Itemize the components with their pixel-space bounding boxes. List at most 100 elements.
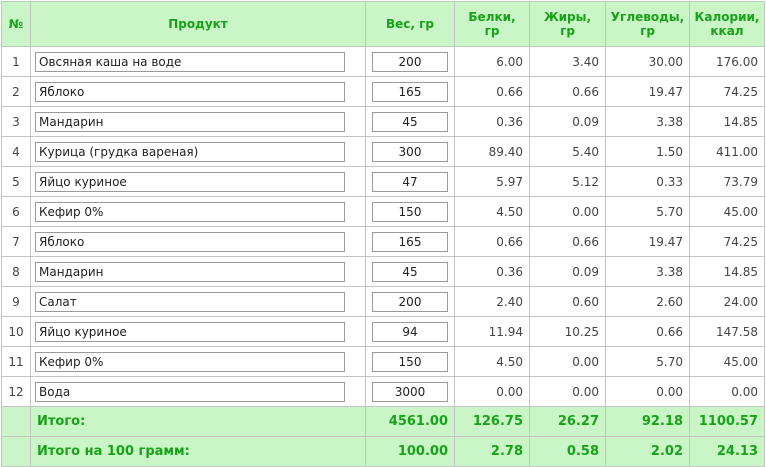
- row-number: 5: [1, 166, 31, 197]
- product-cell: [30, 376, 366, 407]
- row-number: 3: [1, 106, 31, 137]
- product-input[interactable]: [35, 201, 345, 222]
- carbs-value: 3.38: [605, 256, 690, 287]
- col-header-weight: Вес, гр: [365, 1, 455, 47]
- product-input[interactable]: [35, 81, 345, 102]
- fat-value: 0.09: [529, 256, 606, 287]
- carbs-value: 0.00: [605, 376, 690, 407]
- table-row: 1 6.003.4030.00176.00: [1, 46, 765, 77]
- weight-input[interactable]: [372, 111, 448, 132]
- carbs-value: 2.60: [605, 286, 690, 317]
- calories-value: 74.25: [689, 226, 765, 257]
- product-cell: [30, 286, 366, 317]
- protein-value: 0.66: [454, 226, 530, 257]
- totals-protein: 126.75: [454, 406, 530, 437]
- product-input[interactable]: [35, 141, 345, 162]
- calories-value: 0.00: [689, 376, 765, 407]
- table-row: 9 2.400.602.6024.00: [1, 286, 765, 317]
- carbs-value: 5.70: [605, 346, 690, 377]
- weight-input[interactable]: [372, 141, 448, 162]
- weight-input[interactable]: [372, 351, 448, 372]
- per100-fat: 0.58: [529, 436, 606, 467]
- calories-value: 24.00: [689, 286, 765, 317]
- col-header-calories: Калории, ккал: [689, 1, 765, 47]
- col-header-fat-line1: Жиры,: [543, 10, 592, 24]
- carbs-value: 19.47: [605, 226, 690, 257]
- weight-cell: [365, 346, 455, 377]
- table-row: 3 0.360.093.3814.85: [1, 106, 765, 137]
- col-header-calories-line1: Калории,: [694, 10, 760, 24]
- protein-value: 89.40: [454, 136, 530, 167]
- weight-input[interactable]: [372, 321, 448, 342]
- protein-value: 0.66: [454, 76, 530, 107]
- col-header-protein-line2: гр: [484, 24, 500, 38]
- carbs-value: 1.50: [605, 136, 690, 167]
- table-row: 10 11.9410.250.66147.58: [1, 316, 765, 347]
- product-input[interactable]: [35, 111, 345, 132]
- protein-value: 4.50: [454, 196, 530, 227]
- protein-value: 4.50: [454, 346, 530, 377]
- calories-value: 45.00: [689, 346, 765, 377]
- protein-value: 5.97: [454, 166, 530, 197]
- protein-value: 0.00: [454, 376, 530, 407]
- weight-cell: [365, 196, 455, 227]
- row-number: 1: [1, 46, 31, 77]
- weight-input[interactable]: [372, 81, 448, 102]
- table-row: 6 4.500.005.7045.00: [1, 196, 765, 227]
- calories-value: 147.58: [689, 316, 765, 347]
- totals-calories: 1100.57: [689, 406, 765, 437]
- nutrition-calculator: № Продукт Вес, гр Белки, гр Жиры, гр Угл…: [0, 0, 766, 467]
- row-number: 9: [1, 286, 31, 317]
- weight-cell: [365, 46, 455, 77]
- weight-cell: [365, 76, 455, 107]
- product-input[interactable]: [35, 321, 345, 342]
- table-row: 11 4.500.005.7045.00: [1, 346, 765, 377]
- weight-input[interactable]: [372, 231, 448, 252]
- protein-value: 0.36: [454, 106, 530, 137]
- totals-carbs: 92.18: [605, 406, 690, 437]
- calories-value: 176.00: [689, 46, 765, 77]
- protein-value: 0.36: [454, 256, 530, 287]
- row-number: 4: [1, 136, 31, 167]
- weight-cell: [365, 166, 455, 197]
- calories-value: 74.25: [689, 76, 765, 107]
- weight-cell: [365, 256, 455, 287]
- product-input[interactable]: [35, 51, 345, 72]
- weight-input[interactable]: [372, 201, 448, 222]
- protein-value: 11.94: [454, 316, 530, 347]
- weight-input[interactable]: [372, 261, 448, 282]
- per100-calories: 24.13: [689, 436, 765, 467]
- product-input[interactable]: [35, 291, 345, 312]
- row-number: 6: [1, 196, 31, 227]
- product-input[interactable]: [35, 231, 345, 252]
- weight-input[interactable]: [372, 291, 448, 312]
- weight-input[interactable]: [372, 381, 448, 402]
- weight-input[interactable]: [372, 51, 448, 72]
- per100-carbs: 2.02: [605, 436, 690, 467]
- product-input[interactable]: [35, 171, 345, 192]
- fat-value: 0.00: [529, 376, 606, 407]
- carbs-value: 30.00: [605, 46, 690, 77]
- col-header-carbs-line1: Углеводы,: [610, 10, 685, 24]
- calories-value: 73.79: [689, 166, 765, 197]
- product-input[interactable]: [35, 351, 345, 372]
- row-number: 10: [1, 316, 31, 347]
- table-row: 20.660.6619.4774.25: [1, 76, 765, 107]
- row-number: 2: [1, 76, 31, 107]
- fat-value: 0.66: [529, 76, 606, 107]
- totals-fat: 26.27: [529, 406, 606, 437]
- header-row: № Продукт Вес, гр Белки, гр Жиры, гр Угл…: [1, 1, 765, 47]
- per100-num-cell: [1, 436, 31, 467]
- totals-num-cell: [1, 406, 31, 437]
- product-cell: [30, 46, 366, 77]
- calories-value: 411.00: [689, 136, 765, 167]
- product-input[interactable]: [35, 381, 345, 402]
- weight-cell: [365, 286, 455, 317]
- product-cell: [30, 136, 366, 167]
- product-cell: [30, 76, 366, 107]
- product-input[interactable]: [35, 261, 345, 282]
- product-cell: [30, 316, 366, 347]
- fat-value: 3.40: [529, 46, 606, 77]
- weight-input[interactable]: [372, 171, 448, 192]
- col-header-protein: Белки, гр: [454, 1, 530, 47]
